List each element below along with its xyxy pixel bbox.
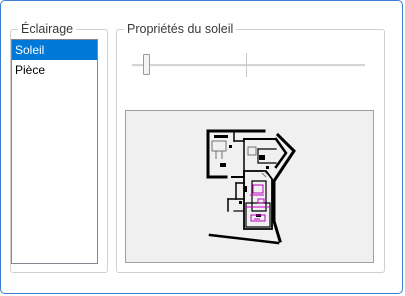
- sun-properties-panel: Éclairage Soleil Pièce Propriétés du sol…: [0, 0, 403, 294]
- lighting-list[interactable]: Soleil Pièce: [11, 39, 98, 264]
- list-item-room[interactable]: Pièce: [12, 60, 97, 80]
- floor-plan-preview: [125, 110, 374, 263]
- slider-track[interactable]: [132, 64, 365, 67]
- sun-properties-label: Propriétés du soleil: [124, 21, 237, 37]
- slider-thumb[interactable]: [143, 54, 150, 75]
- slider-tick: [246, 53, 247, 77]
- floor-plan-icon: [206, 129, 296, 245]
- lighting-group-label: Éclairage: [18, 21, 77, 37]
- sun-position-slider[interactable]: [132, 53, 365, 77]
- list-item-sun[interactable]: Soleil: [12, 40, 97, 60]
